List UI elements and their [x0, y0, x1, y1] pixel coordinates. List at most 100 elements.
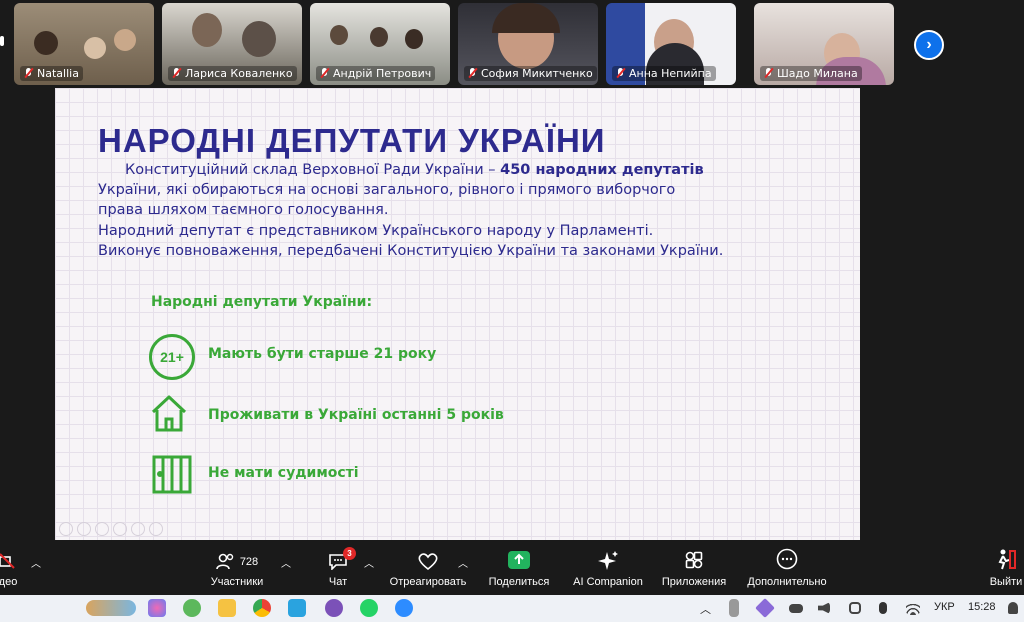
- notifications-icon[interactable]: [1008, 602, 1018, 614]
- heart-icon: [417, 540, 439, 570]
- requirement-text: Мають бути старше 21 року: [208, 346, 437, 362]
- apps-icon: [684, 540, 704, 570]
- participant-tile[interactable]: Шадо Милана: [754, 3, 894, 85]
- zoom-icon[interactable]: [395, 599, 413, 617]
- slide-paragraph-line: Народний депутат є представником Українс…: [98, 223, 654, 239]
- participant-video: [192, 13, 222, 47]
- share-button[interactable]: Поделиться: [486, 540, 552, 595]
- participant-name: София Микитченко: [464, 66, 597, 81]
- slide-paragraph-line: Виконує повноваження, передбачені Консти…: [98, 243, 724, 259]
- torrent-icon[interactable]: [183, 599, 201, 617]
- share-screen-icon: [507, 540, 531, 570]
- age-21-icon-text: 21+: [160, 349, 184, 365]
- slide-control-button[interactable]: [77, 522, 91, 536]
- participant-video: [242, 21, 276, 57]
- usb-icon[interactable]: [729, 599, 739, 617]
- wifi-icon[interactable]: [906, 603, 920, 615]
- mic-muted-icon: [616, 68, 625, 79]
- slide-paragraph-line: України, які обираються на основі загаль…: [98, 182, 676, 198]
- ai-label: AI Companion: [573, 576, 643, 588]
- participant-video: [492, 3, 560, 33]
- chrome-icon[interactable]: [253, 599, 271, 617]
- slide-highlight: 450 народних депутатів: [500, 162, 704, 178]
- mic-muted-icon: [172, 68, 181, 79]
- participant-video: [370, 27, 388, 47]
- more-icon: [776, 540, 798, 570]
- slide-text: Конституційний склад Верховної Ради Укра…: [125, 162, 501, 178]
- folder-icon[interactable]: [218, 599, 236, 617]
- meeting-toolbar: део ︿ 728 Участники ︿ Чат 3 ︿ Отреагиров…: [0, 540, 1024, 595]
- participant-tile[interactable]: Андрій Петрович: [310, 3, 450, 85]
- chat-label: Чат: [328, 576, 348, 588]
- slide-control-button[interactable]: [95, 522, 109, 536]
- participant-name: Natallia: [20, 66, 83, 81]
- slide-paragraph-line: права шляхом таємного голосування.: [98, 202, 389, 218]
- participant-tile[interactable]: София Микитченко: [458, 3, 598, 85]
- house-icon: [151, 395, 187, 432]
- telegram-icon[interactable]: [288, 599, 306, 617]
- sparkle-icon: [597, 540, 619, 570]
- more-label: Дополнительно: [747, 576, 827, 588]
- video-label: део: [0, 576, 18, 588]
- next-participants-button[interactable]: ›: [914, 30, 944, 60]
- participants-label: Участники: [210, 576, 264, 588]
- mic-muted-icon: [468, 68, 477, 79]
- participant-name: Шадо Милана: [760, 66, 862, 81]
- participant-tile[interactable]: Лариса Коваленко: [162, 3, 302, 85]
- clock[interactable]: 15:28: [968, 601, 996, 613]
- slide-control-button[interactable]: [59, 522, 73, 536]
- more-button[interactable]: Дополнительно: [742, 540, 832, 595]
- slide-title: НАРОДНІ ДЕПУТАТИ УКРАЇНИ: [98, 122, 606, 159]
- camera-icon[interactable]: [849, 602, 861, 614]
- chevron-up-icon[interactable]: ︿: [700, 601, 711, 617]
- apps-button[interactable]: Приложения: [658, 540, 730, 595]
- requirement-text: Не мати судимості: [208, 465, 359, 481]
- chevron-up-icon[interactable]: ︿: [458, 555, 468, 570]
- participant-name: Анна Непийпа: [612, 66, 716, 81]
- shared-screen-slide: НАРОДНІ ДЕПУТАТИ УКРАЇНИ Конституційний …: [55, 88, 860, 540]
- mic-muted-icon: [24, 68, 33, 79]
- ai-companion-button[interactable]: AI Companion: [570, 540, 646, 595]
- requirements-heading: Народні депутати України:: [151, 294, 373, 310]
- participant-name: Лариса Коваленко: [168, 66, 297, 81]
- participant-video: [84, 37, 106, 59]
- microphone-icon[interactable]: [879, 602, 887, 614]
- apps-label: Приложения: [661, 576, 727, 588]
- slide-control-button[interactable]: [131, 522, 145, 536]
- copilot-icon[interactable]: [148, 599, 166, 617]
- participant-tile[interactable]: Natallia: [14, 3, 154, 85]
- viber-icon[interactable]: [325, 599, 343, 617]
- participant-video: [405, 29, 423, 49]
- participants-icon: 728: [216, 540, 258, 570]
- zoom-meeting-window: Natallia Лариса Коваленко Андрій Петрови…: [0, 0, 1024, 622]
- whatsapp-icon[interactable]: [360, 599, 378, 617]
- participant-video: [330, 25, 348, 45]
- windows-taskbar: ︿ УКР 15:28: [0, 595, 1024, 622]
- leave-label: Выйти: [989, 576, 1023, 588]
- slide-controls: [59, 522, 163, 536]
- battery-icon[interactable]: [789, 604, 803, 613]
- language-indicator[interactable]: УКР: [934, 601, 955, 613]
- pen-icon[interactable]: [755, 598, 775, 618]
- leave-button[interactable]: Выйти: [988, 540, 1024, 595]
- prison-bars-icon: [152, 455, 192, 494]
- requirement-text: Проживати в Україні останні 5 років: [208, 407, 504, 423]
- participant-video: [34, 31, 58, 55]
- chevron-up-icon[interactable]: ︿: [364, 555, 374, 570]
- chevron-up-icon[interactable]: ︿: [31, 555, 41, 570]
- chevron-up-icon[interactable]: ︿: [281, 555, 291, 570]
- participants-count: 728: [239, 556, 259, 568]
- slide-control-button[interactable]: [113, 522, 127, 536]
- widgets-icon[interactable]: [86, 600, 136, 616]
- participants-button[interactable]: 728 Участники: [206, 540, 268, 595]
- participant-video: [114, 29, 136, 51]
- scroll-left-handle[interactable]: [0, 36, 4, 46]
- age-21-icon: 21+: [149, 334, 195, 380]
- video-button[interactable]: део: [0, 540, 20, 595]
- video-off-icon: [0, 540, 17, 570]
- volume-icon[interactable]: [818, 602, 830, 614]
- leave-icon: [995, 540, 1017, 570]
- participant-tile[interactable]: Анна Непийпа: [606, 3, 736, 85]
- react-label: Отреагировать: [389, 576, 467, 588]
- slide-control-button[interactable]: [149, 522, 163, 536]
